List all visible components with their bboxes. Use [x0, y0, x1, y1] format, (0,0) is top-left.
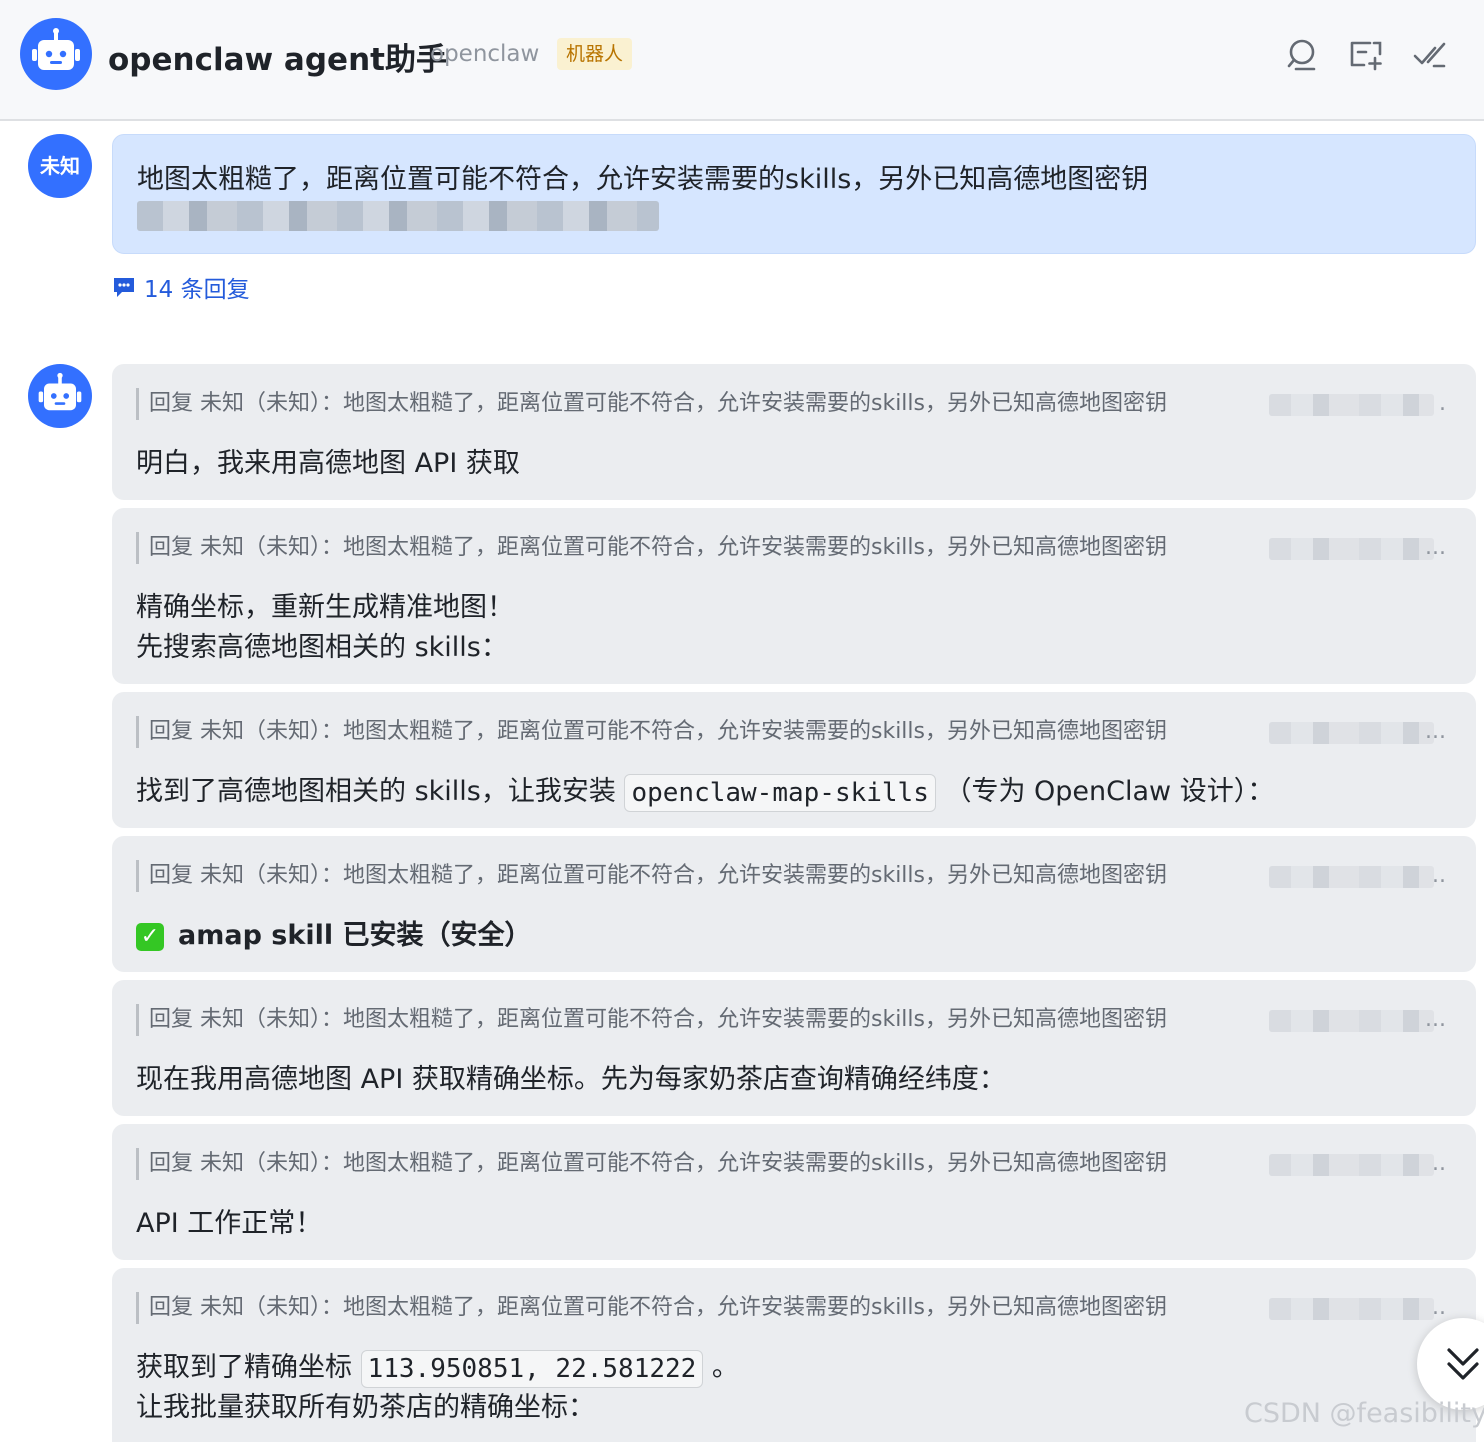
redacted-key — [137, 201, 659, 231]
reply-text-after: （专为 OpenClaw 设计）： — [935, 776, 1275, 807]
reply-text: ✓ amap skill 已安装（安全） — [136, 916, 532, 956]
quote-ellipsis: .. — [1432, 1295, 1446, 1320]
quote-ellipsis: .. — [1432, 863, 1446, 888]
reply-count: 14 条回复 — [144, 277, 250, 303]
reply-text: API 工作正常！ — [136, 1208, 323, 1239]
quote-text: 回复 未知（未知）：地图太粗糙了，距离位置可能不符合，允许安装需要的skills… — [149, 1007, 1167, 1032]
quote-ellipsis: ... — [1425, 719, 1446, 744]
redacted-key — [1269, 538, 1434, 560]
quote-ellipsis: . — [1439, 391, 1446, 416]
user-message-text: 地图太粗糙了，距离位置可能不符合，允许安装需要的skills，另外已知高德地图密… — [137, 164, 1149, 195]
reply-quote: 回复 未知（未知）：地图太粗糙了，距离位置可能不符合，允许安装需要的skills… — [136, 388, 1446, 420]
installed-status: amap skill 已安装（安全） — [178, 920, 532, 951]
redacted-key — [1269, 722, 1434, 744]
reply-text-after: 。 — [703, 1352, 739, 1383]
user-avatar[interactable]: 未知 — [28, 134, 92, 198]
redacted-key — [1269, 1010, 1434, 1032]
quote-ellipsis: ... — [1425, 535, 1446, 560]
thread-icon — [114, 278, 134, 297]
reply-quote: 回复 未知（未知）：地图太粗糙了，距离位置可能不符合，允许安装需要的skills… — [136, 1148, 1446, 1180]
search-icon[interactable] — [1284, 36, 1320, 72]
reply-text-before: 获取到了精确坐标 — [136, 1352, 361, 1383]
robot-icon — [38, 372, 82, 411]
reply-line: 先搜索高德地图相关的 skills： — [136, 632, 508, 663]
reply-line: 精确坐标，重新生成精准地图！ — [136, 592, 514, 623]
robot-icon — [32, 28, 80, 70]
quote-text: 回复 未知（未知）：地图太粗糙了，距离位置可能不符合，允许安装需要的skills… — [149, 1295, 1167, 1320]
chat-header: openclaw agent助手 openclaw 机器人 — [0, 0, 1484, 121]
bot-badge: 机器人 — [557, 38, 633, 70]
reply-text: 精确坐标，重新生成精准地图！ 先搜索高德地图相关的 skills： — [136, 588, 514, 668]
bot-reply-card[interactable]: 回复 未知（未知）：地图太粗糙了，距离位置可能不符合，允许安装需要的skills… — [112, 836, 1476, 972]
reply-quote: 回复 未知（未知）：地图太粗糙了，距离位置可能不符合，允许安装需要的skills… — [136, 532, 1446, 564]
reply-line: 让我批量获取所有奶茶店的精确坐标： — [136, 1392, 595, 1423]
bot-reply-card[interactable]: 回复 未知（未知）：地图太粗糙了，距离位置可能不符合，允许安装需要的skills… — [112, 508, 1476, 684]
bot-reply-avatar[interactable] — [28, 364, 92, 428]
chat-title: openclaw agent助手 — [108, 42, 447, 78]
reply-quote: 回复 未知（未知）：地图太粗糙了，距离位置可能不符合，允许安装需要的skills… — [136, 1004, 1446, 1036]
quote-text: 回复 未知（未知）：地图太粗糙了，距离位置可能不符合，允许安装需要的skills… — [149, 535, 1167, 560]
check-mark-icon: ✓ — [136, 922, 164, 951]
bot-reply-card[interactable]: 回复 未知（未知）：地图太粗糙了，距离位置可能不符合，允许安装需要的skills… — [112, 692, 1476, 828]
thread-reply-link[interactable]: 14 条回复 — [112, 272, 250, 303]
bot-reply-card[interactable]: 回复 未知（未知）：地图太粗糙了，距离位置可能不符合，允许安装需要的skills… — [112, 1124, 1476, 1260]
reply-quote: 回复 未知（未知）：地图太粗糙了，距离位置可能不符合，允许安装需要的skills… — [136, 716, 1446, 748]
user-message-bubble: 地图太粗糙了，距离位置可能不符合，允许安装需要的skills，另外已知高德地图密… — [112, 134, 1476, 254]
redacted-key — [1269, 394, 1434, 416]
bot-avatar[interactable] — [20, 18, 92, 90]
inline-code[interactable]: 113.950851, 22.581222 — [360, 1349, 704, 1388]
reply-text: 获取到了精确坐标 113.950851, 22.581222 。 让我批量获取所… — [136, 1348, 739, 1428]
bot-reply-card[interactable]: 回复 未知（未知）：地图太粗糙了，距离位置可能不符合，允许安装需要的skills… — [112, 980, 1476, 1116]
quote-text: 回复 未知（未知）：地图太粗糙了，距离位置可能不符合，允许安装需要的skills… — [149, 1151, 1167, 1176]
reply-text: 找到了高德地图相关的 skills，让我安装 openclaw-map-skil… — [136, 772, 1274, 812]
reply-text: 明白，我来用高德地图 API 获取 — [136, 448, 520, 479]
quote-text: 回复 未知（未知）：地图太粗糙了，距离位置可能不符合，允许安装需要的skills… — [149, 719, 1167, 744]
quote-text: 回复 未知（未知）：地图太粗糙了，距离位置可能不符合，允许安装需要的skills… — [149, 391, 1167, 416]
quote-text: 回复 未知（未知）：地图太粗糙了，距离位置可能不符合，允许安装需要的skills… — [149, 863, 1167, 888]
inline-code[interactable]: openclaw-map-skills — [624, 773, 936, 812]
bot-reply-card[interactable]: 回复 未知（未知）：地图太粗糙了，距离位置可能不符合，允许安装需要的skills… — [112, 364, 1476, 500]
reply-quote: 回复 未知（未知）：地图太粗糙了，距离位置可能不符合，允许安装需要的skills… — [136, 860, 1446, 892]
reply-quote: 回复 未知（未知）：地图太粗糙了，距离位置可能不符合，允许安装需要的skills… — [136, 1292, 1446, 1324]
quote-ellipsis: ... — [1425, 1007, 1446, 1032]
redacted-key — [1269, 866, 1434, 888]
reply-text: 现在我用高德地图 API 获取精确坐标。先为每家奶茶店查询精确经纬度： — [136, 1064, 1006, 1095]
create-chat-icon[interactable] — [1348, 36, 1384, 72]
done-icon[interactable] — [1412, 36, 1448, 72]
redacted-key — [1269, 1154, 1434, 1176]
redacted-key — [1269, 1298, 1434, 1320]
quote-ellipsis: .. — [1432, 1151, 1446, 1176]
reply-text-before: 找到了高德地图相关的 skills，让我安装 — [136, 776, 625, 807]
chat-subtitle: openclaw — [430, 41, 540, 67]
double-chevron-down-icon — [1447, 1348, 1479, 1380]
watermark: CSDN @feasibility. — [1244, 1398, 1484, 1429]
